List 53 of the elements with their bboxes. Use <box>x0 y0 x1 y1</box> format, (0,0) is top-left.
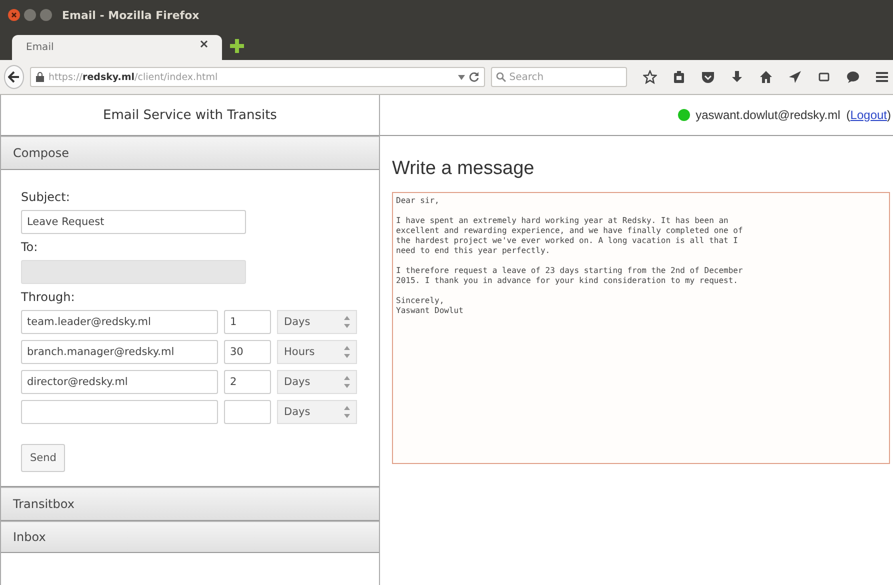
address-field[interactable]: https://redsky.ml/client/index.html <box>30 67 486 87</box>
pocket-icon[interactable] <box>701 70 715 84</box>
dropdown-caret-icon[interactable] <box>458 74 466 80</box>
email-field[interactable]: team.leader@redsky.ml <box>21 310 218 334</box>
window-title: Email - Mozilla Firefox <box>62 8 200 22</box>
back-button[interactable] <box>4 65 24 89</box>
close-icon[interactable] <box>8 9 20 21</box>
duration-field[interactable]: 2 <box>224 370 271 394</box>
email-field[interactable]: branch.manager@redsky.ml <box>21 340 218 364</box>
close-icon[interactable] <box>200 40 208 48</box>
maximize-icon[interactable] <box>40 9 52 21</box>
square-icon[interactable] <box>817 70 831 84</box>
user-email: yaswant.dowlut@redsky.ml <box>696 108 840 122</box>
lock-icon <box>36 72 44 82</box>
chat-icon[interactable] <box>846 70 860 84</box>
message-field[interactable]: Dear sir, I have spent an extremely hard working year at Redsky. It has been an excellent and rewarding experience, and we have finally completed one of the hardest project we've ever worked on. A long vacation is all that I need to end this year perfectly. I therefore request a leave of 23 days starting from the 2nd of December 2015. I thank you in advance for your kind consideration to my request. Sincerely, Yaswant Dowlut <box>392 192 890 464</box>
parenthesis: ) <box>887 108 891 122</box>
field-label: Subject: <box>21 190 70 204</box>
message-heading: Write a message <box>392 158 536 180</box>
paper-plane-icon[interactable] <box>788 70 802 84</box>
field-label: Through: <box>21 290 75 304</box>
duration-field[interactable]: 30 <box>224 340 271 364</box>
unit-select[interactable]: Days <box>277 370 357 394</box>
unit-select[interactable]: Hours <box>277 340 357 364</box>
email-field[interactable]: director@redsky.ml <box>21 370 218 394</box>
home-icon[interactable] <box>759 70 773 84</box>
section-header[interactable]: Compose <box>1 136 379 170</box>
subject-field[interactable]: Leave Request <box>21 210 246 234</box>
back-arrow-icon <box>8 71 20 83</box>
spinner-arrows-icon <box>344 406 350 418</box>
duration-field[interactable]: 1 <box>224 310 271 334</box>
menu-icon[interactable] <box>875 70 889 84</box>
star-icon[interactable] <box>643 70 657 84</box>
unit-select[interactable]: Days <box>277 400 357 424</box>
minimize-icon[interactable] <box>24 9 36 21</box>
download-icon[interactable] <box>730 70 744 84</box>
spinner-arrows-icon <box>344 346 350 358</box>
logout-link[interactable]: Logout <box>850 108 887 122</box>
search-icon <box>496 72 506 82</box>
field-label: To: <box>21 240 38 254</box>
duration-field[interactable] <box>224 400 271 424</box>
plus-icon[interactable] <box>230 39 244 53</box>
unit-select[interactable]: Days <box>277 310 357 334</box>
email-field[interactable] <box>21 400 218 424</box>
spinner-arrows-icon <box>344 316 350 328</box>
section-header[interactable]: Inbox <box>1 521 379 553</box>
spinner-arrows-icon <box>344 376 350 388</box>
parenthesis: ( <box>846 108 850 122</box>
reload-icon[interactable] <box>469 72 480 82</box>
send-button[interactable]: Send <box>21 444 66 472</box>
clipboard-icon[interactable] <box>672 70 686 84</box>
section-header[interactable]: Transitbox <box>1 487 379 521</box>
browser-tab[interactable]: Email <box>12 35 222 60</box>
